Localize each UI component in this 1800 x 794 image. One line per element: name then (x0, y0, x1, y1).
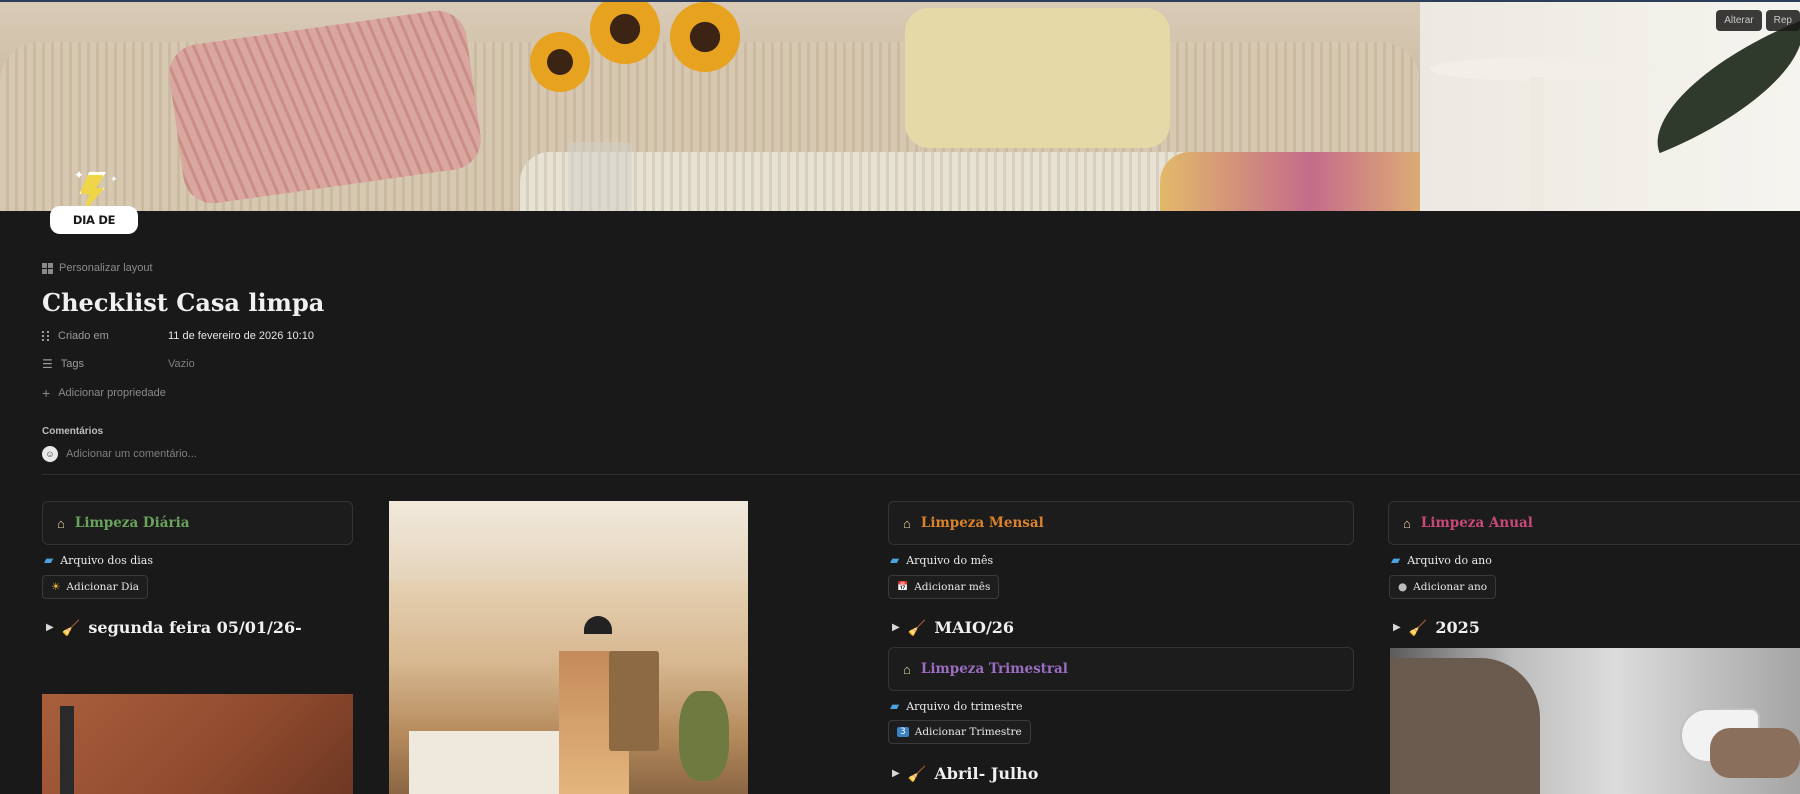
toggle-segunda-feira[interactable]: ▶ 🧹 segunda feira 05/01/26- (46, 618, 302, 637)
triangle-right-icon: ▶ (892, 768, 900, 779)
personalize-layout-label: Personalizar layout (59, 262, 153, 274)
cover-sunflower (670, 2, 740, 72)
toggle-abril-julho[interactable]: ▶ 🧹 Abril- Julho (892, 764, 1038, 783)
button-label: Adicionar mês (914, 581, 991, 593)
property-created[interactable]: Criado em 11 de fevereiro de 2026 10:10 (42, 325, 314, 347)
link-label: Arquivo do mês (906, 553, 994, 567)
divider (42, 474, 1800, 475)
drag-handle-icon (42, 331, 50, 341)
page-icon-logo[interactable]: ✦ ✦ DIA DE FAXINA (48, 166, 140, 255)
photo-window (60, 706, 74, 794)
add-day-button[interactable]: ☀ Adicionar Dia (42, 575, 149, 599)
toggle-label: segunda feira 05/01/26- (88, 618, 302, 637)
personalize-layout-button[interactable]: Personalizar layout (42, 262, 153, 274)
folder-icon: ▰ (890, 553, 900, 567)
photo-ironing (1390, 648, 1800, 794)
avatar: ☺ (42, 446, 58, 462)
folder-icon: ▰ (1391, 553, 1401, 567)
comments-heading: Comentários (42, 426, 104, 437)
card-title: Limpeza Diária (74, 515, 190, 531)
card-limpeza-diaria[interactable]: ⌂ Limpeza Diária (42, 501, 353, 545)
photo-shelf (609, 651, 659, 751)
photo-counter (409, 731, 559, 794)
list-icon: ☰ (42, 357, 53, 371)
property-name: Tags (60, 358, 85, 370)
toggle-2025[interactable]: ▶ 🧹 2025 (1393, 618, 1480, 637)
photo-kitchen (389, 501, 748, 794)
link-arquivo-mes[interactable]: ▰ Arquivo do mês (890, 553, 993, 567)
sparkle-icon: ✦ (74, 168, 85, 182)
property-value: 11 de fevereiro de 2026 10:10 (168, 330, 314, 342)
card-limpeza-mensal[interactable]: ⌂ Limpeza Mensal (888, 501, 1354, 545)
broom-icon: 🧹 (907, 618, 927, 637)
cover-controls: Alterar Rep (1716, 10, 1800, 31)
page-title[interactable]: Checklist Casa limpa (42, 288, 324, 317)
photo-orange-room (42, 694, 353, 794)
house-icon: ⌂ (1403, 515, 1411, 531)
toggle-maio-26[interactable]: ▶ 🧹 MAIO/26 (892, 618, 1014, 637)
house-icon: ⌂ (903, 515, 911, 531)
button-label: Adicionar ano (1413, 581, 1488, 593)
link-arquivo-trimestre[interactable]: ▰ Arquivo do trimestre (890, 699, 1023, 713)
toggle-label: MAIO/26 (934, 618, 1015, 637)
cover-vase (568, 142, 632, 211)
add-year-button[interactable]: ● Adicionar ano (1389, 575, 1497, 599)
calendar-icon: 📅 (897, 582, 909, 592)
photo-arm (1390, 658, 1540, 794)
triangle-right-icon: ▶ (1393, 622, 1401, 633)
add-property-label: Adicionar propriedade (58, 387, 166, 399)
card-title: Limpeza Anual (1420, 515, 1533, 531)
card-limpeza-anual[interactable]: ⌂ Limpeza Anual (1388, 501, 1800, 545)
plus-icon: + (42, 385, 51, 401)
comment-placeholder: Adicionar um comentário... (66, 448, 197, 460)
add-month-button[interactable]: 📅 Adicionar mês (888, 575, 1000, 599)
cover-image (0, 2, 1800, 211)
property-tags[interactable]: ☰ Tags Vazio (42, 353, 195, 375)
reposition-cover-button[interactable]: Rep (1765, 10, 1800, 31)
number-three-icon: 3 (897, 727, 909, 737)
toggle-label: Abril- Julho (934, 764, 1039, 783)
sparkle-icon: ✦ (110, 174, 118, 184)
triangle-right-icon: ▶ (46, 622, 54, 633)
property-value[interactable]: Vazio (168, 358, 195, 370)
link-arquivo-dias[interactable]: ▰ Arquivo dos dias (44, 553, 153, 567)
folder-icon: ▰ (44, 553, 54, 567)
broom-icon: 🧹 (907, 764, 927, 783)
folder-icon: ▰ (890, 699, 900, 713)
link-label: Arquivo dos dias (60, 553, 153, 567)
sun-icon: ☀ (51, 581, 61, 593)
photo-ceiling (389, 501, 748, 581)
property-name: Criado em (58, 330, 109, 342)
cover-sunflower (530, 32, 590, 92)
add-quarter-button[interactable]: 3 Adicionar Trimestre (888, 720, 1031, 744)
toggle-label: 2025 (1435, 618, 1480, 637)
card-title: Limpeza Mensal (920, 515, 1044, 531)
photo-plant (679, 691, 729, 781)
cover-table-leg (1530, 77, 1544, 211)
photo-hand (1710, 728, 1800, 778)
add-property-button[interactable]: + Adicionar propriedade (42, 382, 166, 404)
house-icon: ⌂ (903, 661, 911, 677)
button-label: Adicionar Dia (66, 581, 140, 593)
card-title: Limpeza Trimestral (920, 661, 1068, 677)
link-label: Arquivo do ano (1407, 553, 1492, 567)
logo-text: DIA DE FAXINA (50, 206, 138, 255)
triangle-right-icon: ▶ (892, 622, 900, 633)
cover-yellow-pillow (905, 8, 1170, 148)
card-limpeza-trimestral[interactable]: ⌂ Limpeza Trimestral (888, 647, 1354, 691)
broom-icon: 🧹 (1408, 618, 1428, 637)
link-arquivo-ano[interactable]: ▰ Arquivo do ano (1391, 553, 1492, 567)
button-label: Adicionar Trimestre (914, 726, 1022, 738)
cover-blanket (1160, 152, 1460, 211)
ornament-icon: ● (1398, 581, 1408, 593)
comment-input[interactable]: ☺ Adicionar um comentário... (42, 446, 197, 462)
photo-lamp (584, 616, 612, 634)
link-label: Arquivo do trimestre (906, 699, 1023, 713)
layout-grid-icon (42, 262, 53, 274)
change-cover-button[interactable]: Alterar (1716, 10, 1762, 31)
house-icon: ⌂ (57, 515, 65, 531)
broom-icon: 🧹 (61, 618, 81, 637)
